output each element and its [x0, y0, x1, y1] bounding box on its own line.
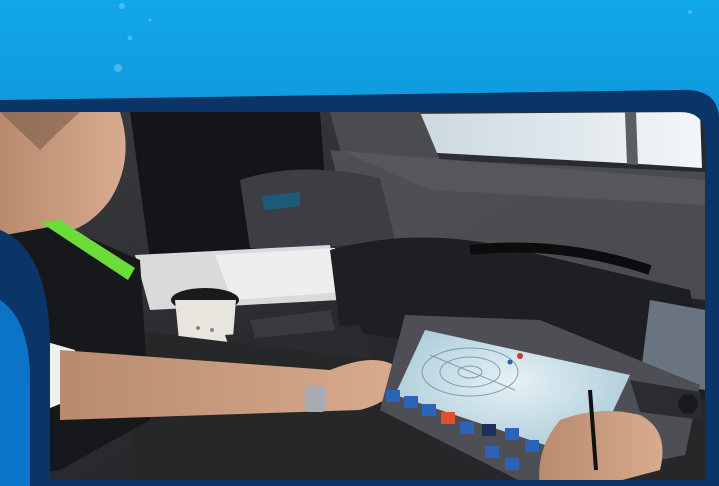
- people-icon[interactable]: [422, 404, 436, 416]
- layers-icon[interactable]: [482, 424, 496, 436]
- photo-scene: [0, 0, 719, 486]
- frame-icon[interactable]: [485, 446, 499, 458]
- back-icon[interactable]: [505, 458, 519, 470]
- wristwatch: [305, 386, 325, 412]
- photo: [0, 112, 705, 480]
- grid-icon[interactable]: [404, 396, 418, 408]
- scene-svg: [0, 0, 719, 486]
- warning-icon[interactable]: [441, 412, 455, 424]
- backpack: [240, 169, 395, 249]
- chart-icon[interactable]: [525, 440, 539, 452]
- image-icon[interactable]: [460, 422, 474, 434]
- cursor-icon[interactable]: [505, 428, 519, 440]
- settings-icon[interactable]: [386, 390, 400, 402]
